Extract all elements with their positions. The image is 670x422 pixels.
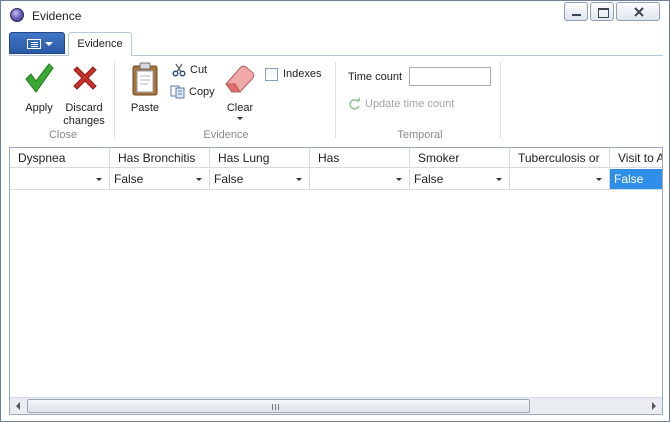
tab-evidence[interactable]: Evidence	[68, 32, 132, 56]
discard-label: Discard changes	[63, 102, 105, 127]
temporal-group-label: Temporal	[397, 129, 443, 141]
chevron-down-icon[interactable]	[191, 171, 207, 187]
horizontal-scrollbar[interactable]	[10, 397, 662, 414]
column-header[interactable]: Visit to A	[610, 148, 662, 168]
app-menu-icon	[27, 39, 41, 49]
group-divider	[335, 62, 336, 138]
app-globe-icon	[10, 8, 24, 22]
chevron-down-icon	[237, 117, 243, 120]
cell-value: False	[114, 172, 144, 186]
chevron-down-icon[interactable]	[91, 171, 107, 187]
scissors-icon	[172, 63, 186, 77]
ribbon: Apply Discard changes Close Paste Cut Co…	[9, 55, 663, 145]
cell-value: False	[214, 172, 244, 186]
discard-changes-button[interactable]: Discard changes	[61, 60, 107, 127]
refresh-icon	[349, 97, 360, 110]
table-cell[interactable]	[10, 169, 110, 189]
chevron-down-icon[interactable]	[491, 171, 507, 187]
window-title: Evidence	[32, 9, 82, 23]
paste-button[interactable]: Paste	[127, 60, 163, 118]
table-cell[interactable]	[310, 169, 410, 189]
copy-label: Copy	[189, 86, 215, 98]
clear-button[interactable]: Clear	[221, 60, 259, 126]
apply-label: Apply	[25, 102, 53, 114]
table-cell-selected[interactable]: False	[610, 169, 662, 189]
chevron-down-icon[interactable]	[291, 171, 307, 187]
indexes-label[interactable]: Indexes	[283, 68, 322, 80]
grid-header: Dyspnea Has Bronchitis Has Lung Has Smok…	[10, 148, 662, 168]
cut-button[interactable]: Cut	[172, 62, 212, 80]
update-time-count-label: Update time count	[365, 98, 455, 110]
clear-label: Clear	[226, 102, 254, 114]
cut-label: Cut	[190, 64, 208, 76]
time-count-label: Time count	[348, 71, 403, 83]
chevron-down-icon[interactable]	[391, 171, 407, 187]
checkmark-icon	[25, 63, 54, 93]
column-header[interactable]: Has Bronchitis	[110, 148, 210, 168]
indexes-checkbox[interactable]	[265, 68, 278, 81]
scroll-right-arrow-icon[interactable]	[645, 398, 662, 414]
red-x-icon	[73, 66, 97, 90]
close-group-label: Close	[48, 129, 78, 141]
column-header[interactable]: Dyspnea	[10, 148, 110, 168]
close-window-button[interactable]	[616, 2, 660, 21]
apply-button[interactable]: Apply	[21, 60, 57, 118]
scroll-left-arrow-icon[interactable]	[10, 398, 27, 414]
maximize-button[interactable]	[590, 2, 614, 21]
column-header[interactable]: Tuberculosis or	[510, 148, 610, 168]
copy-button[interactable]: Copy	[170, 84, 216, 102]
table-cell[interactable]: False	[410, 169, 510, 189]
evidence-group-label: Evidence	[203, 129, 249, 141]
close-icon	[634, 7, 644, 17]
chevron-down-icon[interactable]	[591, 171, 607, 187]
title-bar: Evidence	[1, 1, 669, 30]
table-cell[interactable]: False	[210, 169, 310, 189]
group-divider	[500, 62, 501, 138]
column-header[interactable]: Smoker	[410, 148, 510, 168]
table-row: False False False False	[10, 169, 662, 190]
cell-value: False	[614, 172, 644, 186]
chevron-down-icon	[45, 42, 53, 46]
paste-label: Paste	[130, 102, 160, 114]
table-cell[interactable]	[510, 169, 610, 189]
evidence-grid: Dyspnea Has Bronchitis Has Lung Has Smok…	[9, 147, 663, 415]
scrollbar-thumb[interactable]	[27, 399, 530, 413]
table-cell[interactable]: False	[110, 169, 210, 189]
evidence-window: Evidence Evidence Apply Discard changes	[0, 0, 670, 422]
group-divider	[114, 62, 115, 138]
app-menu-button[interactable]	[9, 32, 65, 54]
copy-icon	[170, 85, 185, 99]
grip-icon	[272, 404, 281, 410]
column-header[interactable]: Has	[310, 148, 410, 168]
column-header[interactable]: Has Lung	[210, 148, 310, 168]
time-count-input[interactable]	[409, 67, 491, 86]
cell-value: False	[414, 172, 444, 186]
clipboard-icon	[132, 62, 158, 96]
eraser-icon	[225, 65, 255, 93]
minimize-button[interactable]	[564, 2, 588, 21]
